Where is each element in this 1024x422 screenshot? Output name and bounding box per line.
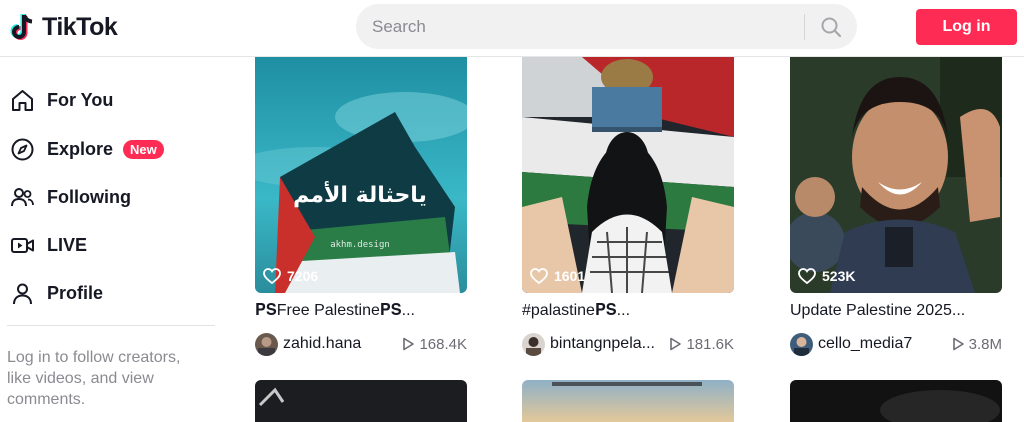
author-row: zahid.hana 168.4K bbox=[255, 332, 467, 356]
sidebar-item-label: Explore bbox=[47, 138, 114, 159]
like-count-value: 523K bbox=[822, 268, 856, 284]
author-name[interactable]: zahid.hana bbox=[283, 335, 396, 353]
view-count-value: 181.6K bbox=[686, 335, 734, 353]
video-thumbnail[interactable]: 523K bbox=[790, 57, 1002, 293]
sidebar: For You Explore New Following LIVE Profi… bbox=[0, 57, 230, 422]
users-icon bbox=[10, 185, 35, 210]
video-thumbnail[interactable] bbox=[255, 380, 467, 422]
search-icon bbox=[821, 17, 842, 37]
profile-icon bbox=[10, 281, 35, 306]
avatar[interactable] bbox=[522, 332, 545, 356]
sidebar-item-for-you[interactable]: For You bbox=[10, 80, 113, 120]
sidebar-item-following[interactable]: Following bbox=[10, 177, 131, 217]
logo-text: TikTok bbox=[42, 12, 118, 41]
author-name[interactable]: bintangnpela... bbox=[550, 335, 663, 353]
like-count: 1601 bbox=[530, 268, 585, 284]
watermark-text: akhm.design bbox=[330, 240, 390, 250]
heart-icon bbox=[798, 268, 816, 284]
view-count: 181.6K bbox=[669, 336, 734, 353]
top-header: TikTok Log in bbox=[0, 0, 1024, 57]
sidebar-item-explore[interactable]: Explore New bbox=[10, 129, 164, 169]
overlay-arabic-text: ياحثالة الأمم bbox=[293, 180, 427, 208]
live-camera-icon bbox=[10, 233, 35, 258]
video-title[interactable]: #palastine𝐏𝐒... bbox=[522, 302, 630, 320]
sidebar-item-label: LIVE bbox=[47, 234, 88, 255]
home-icon bbox=[10, 88, 35, 113]
search-button[interactable] bbox=[811, 8, 851, 45]
like-count: 7206 bbox=[263, 268, 318, 284]
play-icon bbox=[670, 337, 682, 351]
view-count: 168.4K bbox=[402, 336, 467, 353]
like-count-value: 1601 bbox=[554, 268, 586, 284]
sidebar-divider bbox=[7, 325, 215, 326]
video-title[interactable]: 𝐏𝐒Free Palestine𝐏𝐒... bbox=[255, 302, 415, 320]
heart-icon bbox=[530, 268, 548, 284]
author-name[interactable]: cello_media7 bbox=[818, 335, 946, 353]
login-prompt-text: Log in to follow creators, like videos, … bbox=[7, 349, 181, 408]
video-title[interactable]: Update Palestine 2025... bbox=[790, 302, 965, 320]
tiktok-note-icon bbox=[10, 12, 38, 42]
video-card[interactable]: ياحثالة الأمم akhm.design 7206 𝐏𝐒Free Pa… bbox=[255, 57, 467, 362]
video-card[interactable]: 1601 #palastine𝐏𝐒... bintangnpela... 181… bbox=[522, 57, 734, 362]
new-badge: New bbox=[123, 139, 164, 159]
video-thumbnail[interactable] bbox=[790, 380, 1002, 422]
view-count-value: 168.4K bbox=[419, 335, 467, 353]
tiktok-logo[interactable]: TikTok bbox=[10, 12, 118, 42]
play-icon bbox=[403, 337, 415, 351]
sidebar-item-label: Profile bbox=[47, 282, 104, 303]
sidebar-item-label: For You bbox=[47, 89, 114, 110]
search-divider bbox=[804, 14, 805, 40]
video-card[interactable]: 523K Update Palestine 2025... cello_medi… bbox=[790, 57, 1002, 362]
heart-icon bbox=[263, 268, 281, 284]
avatar[interactable] bbox=[255, 332, 278, 356]
video-thumbnail[interactable] bbox=[522, 380, 734, 422]
video-thumbnail[interactable]: 1601 bbox=[522, 57, 734, 293]
like-count-value: 7206 bbox=[287, 268, 319, 284]
avatar[interactable] bbox=[790, 332, 813, 356]
search-input[interactable] bbox=[372, 4, 792, 49]
view-count: 3.8M bbox=[952, 336, 1002, 353]
view-count-value: 3.8M bbox=[968, 335, 1002, 353]
author-row: cello_media7 3.8M bbox=[790, 332, 1002, 356]
video-thumbnail[interactable]: ياحثالة الأمم akhm.design 7206 bbox=[255, 57, 467, 293]
play-icon bbox=[952, 337, 964, 351]
like-count: 523K bbox=[798, 268, 855, 284]
sidebar-item-live[interactable]: LIVE bbox=[10, 225, 87, 265]
login-button[interactable]: Log in bbox=[916, 9, 1017, 45]
author-row: bintangnpela... 181.6K bbox=[522, 332, 734, 356]
compass-icon bbox=[10, 137, 35, 162]
sidebar-item-profile[interactable]: Profile bbox=[10, 273, 103, 313]
sidebar-item-label: Following bbox=[47, 186, 131, 207]
search-bar bbox=[356, 4, 857, 49]
